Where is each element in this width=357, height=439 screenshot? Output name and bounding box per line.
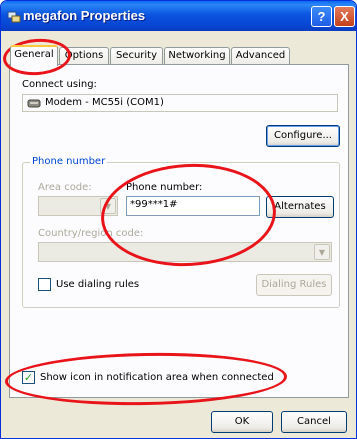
tab-general[interactable]: General: [10, 45, 58, 66]
use-dialing-rules-label: Use dialing rules: [56, 279, 140, 290]
help-button[interactable]: ?: [311, 6, 332, 27]
area-code-label: Area code:: [38, 182, 92, 193]
close-button[interactable]: X: [334, 6, 355, 27]
modem-icon: [27, 99, 41, 108]
area-code-dropdown-icon[interactable]: ▼: [100, 198, 116, 214]
modem-list[interactable]: Modem - MC55i (COM1): [22, 94, 338, 112]
ok-button[interactable]: OK: [211, 411, 273, 433]
country-region-combo[interactable]: [38, 242, 332, 262]
tab-options[interactable]: Options: [59, 47, 109, 65]
tab-networking[interactable]: Networking: [164, 47, 230, 65]
help-icon: ?: [317, 9, 326, 24]
show-icon-label: Show icon in notification area when conn…: [40, 372, 274, 383]
window-title: megafon Properties: [23, 8, 146, 23]
country-region-label: Country/region code:: [38, 228, 144, 239]
connect-using-label: Connect using:: [22, 79, 97, 90]
tab-strip: General Options Security Networking Adva…: [9, 45, 349, 66]
title-bar[interactable]: megafon Properties ? X: [1, 1, 356, 31]
properties-dialog: megafon Properties ? X General Options S…: [0, 0, 357, 439]
tab-security[interactable]: Security: [110, 47, 163, 65]
modem-name: Modem - MC55i (COM1): [45, 97, 164, 108]
show-icon-checkbox[interactable]: ✓: [22, 371, 35, 384]
use-dialing-rules-checkbox[interactable]: [38, 278, 51, 291]
close-icon: X: [340, 9, 349, 24]
network-connection-icon: [7, 11, 21, 23]
phone-number-input[interactable]: *99***1#: [126, 196, 260, 216]
dialing-rules-button[interactable]: Dialing Rules: [256, 274, 332, 296]
phone-number-group-title: Phone number: [30, 156, 108, 167]
country-dropdown-icon[interactable]: ▼: [314, 244, 330, 260]
cancel-button[interactable]: Cancel: [281, 411, 347, 433]
tab-advanced[interactable]: Advanced: [231, 47, 290, 65]
configure-button[interactable]: Configure...: [266, 125, 340, 147]
general-tab-panel: Connect using: Modem - MC55i (COM1) Conf…: [9, 64, 349, 398]
phone-number-label: Phone number:: [126, 182, 203, 193]
alternates-button[interactable]: Alternates: [266, 196, 334, 218]
